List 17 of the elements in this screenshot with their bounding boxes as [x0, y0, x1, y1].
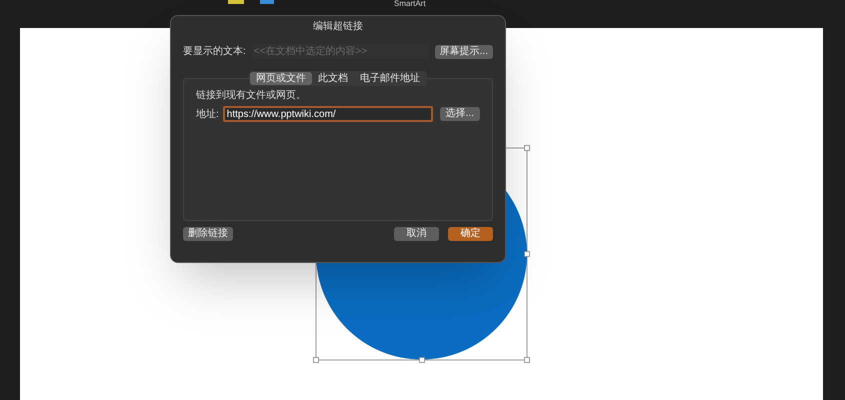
remove-link-button[interactable]: 删除链接 [183, 227, 233, 241]
address-field[interactable]: https://www.pptwiki.com/ [222, 106, 433, 122]
display-text-field[interactable]: <<在文档中选定的内容>> [252, 44, 429, 59]
screen-tip-button[interactable]: 屏幕提示... [434, 44, 493, 58]
toolbar-icon[interactable] [260, 0, 274, 4]
toolbar-icon[interactable] [228, 0, 244, 4]
ok-button[interactable]: 确定 [448, 227, 493, 241]
hint-text: 链接到现有文件或网页。 [196, 88, 307, 103]
tab[interactable]: 此文档 [312, 72, 354, 85]
cancel-button[interactable]: 取消 [394, 227, 439, 241]
tab[interactable]: 网页或文件 [250, 72, 312, 85]
display-text-label: 要显示的文本: [183, 44, 246, 59]
window-title: 编辑超链接 [312, 20, 364, 34]
address-label: 地址: [196, 108, 219, 122]
choose-button[interactable]: 选择... [440, 107, 480, 121]
tab[interactable]: 电子邮件地址 [354, 72, 426, 85]
smartart-label[interactable]: SmartArt [394, 0, 426, 8]
